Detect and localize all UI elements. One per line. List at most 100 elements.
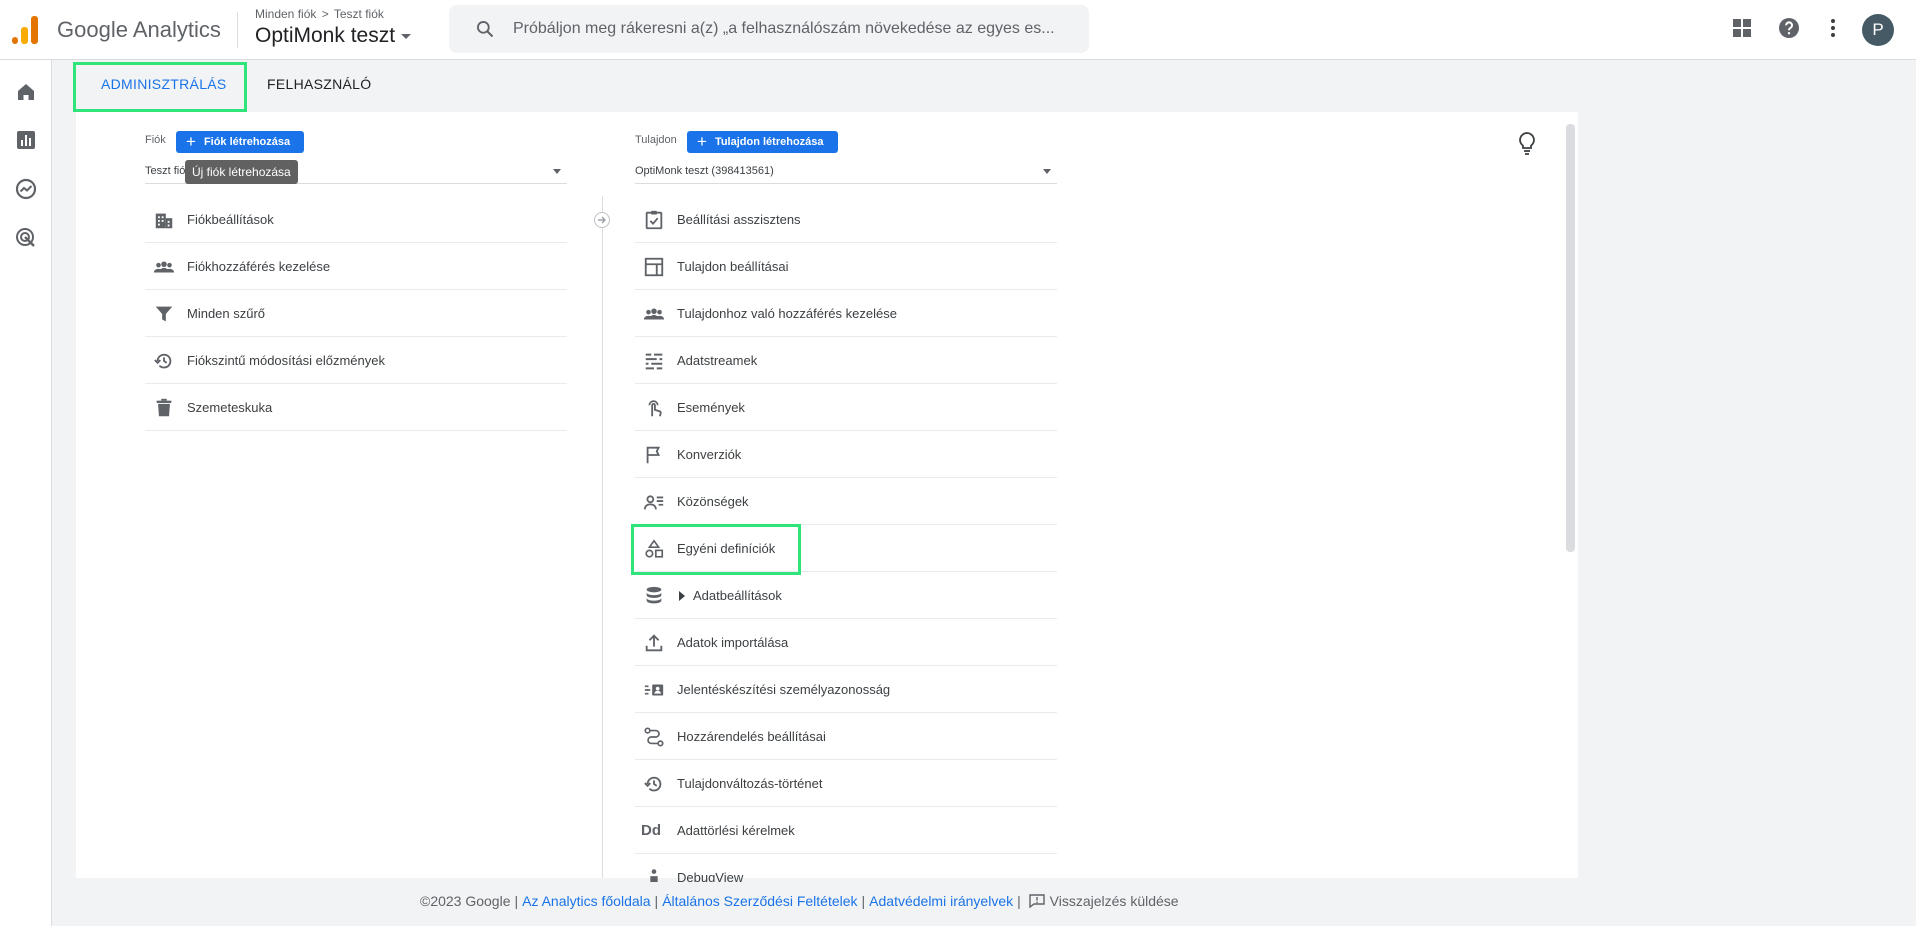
list-item[interactable]: DebugView [635,854,1057,882]
list-item[interactable]: Fiókhozzáférés kezelése [145,243,567,290]
trash-icon [156,398,172,417]
attribution-icon [644,727,664,747]
list-item[interactable]: Adatok importálása [635,619,1057,666]
create-account-label: Fiók létrehozása [203,136,291,148]
property-name: OptiMonk teszt [255,24,396,47]
list-item[interactable]: Tulajdonváltozás-történet [635,760,1057,807]
breadcrumb-account[interactable]: Teszt fiók [334,7,384,21]
database-icon [646,586,662,604]
property-select[interactable]: OptiMonk teszt (398413561) [635,162,1057,184]
list-item[interactable]: Adatbeállítások [635,572,1057,619]
create-account-button[interactable]: + Fiók létrehozása [176,131,305,153]
header-divider [237,12,238,48]
list-item-label: DebugView [677,870,744,882]
dd-icon: Dd [641,822,661,839]
avatar[interactable]: P [1862,14,1894,46]
column-divider [602,196,603,878]
feedback-label: Visszajelzés küldése [1049,893,1179,909]
breadcrumb[interactable]: Minden fiók > Teszt fiók [255,7,384,21]
people-icon [643,308,665,320]
property-label: Tulajdon [635,134,677,146]
streams-icon [645,353,663,370]
list-item-label: Beállítási asszisztens [677,212,801,227]
create-property-button[interactable]: + Tulajdon létrehozása [687,131,838,153]
scrollbar[interactable] [1566,124,1575,552]
list-item-label: Fiókbeállítások [187,212,274,227]
left-nav-rail [0,60,52,926]
list-item[interactable]: Fiókbeállítások [145,196,567,243]
history-icon [644,776,662,792]
search-bar[interactable]: Próbáljon meg rákeresni a(z) „a felhaszn… [449,5,1089,53]
property-picker[interactable]: OptiMonk teszt [255,24,412,48]
list-item-label: Események [677,400,745,415]
explore-icon[interactable] [14,177,38,201]
reports-icon[interactable] [14,128,38,152]
admin-tabs: ADMINISZTRÁLÁS FELHASZNÁLÓ [52,60,1916,116]
list-item[interactable]: Tulajdon beállításai [635,243,1057,290]
expand-arrow-icon[interactable] [679,591,685,601]
account-settings-list: Fiókbeállítások Fiókhozzáférés kezelése … [145,196,567,431]
product-name: Google Analytics [57,17,221,42]
feedback-button[interactable]: Visszajelzés küldése [1028,893,1179,909]
list-item-label: Adatbeállítások [693,588,782,603]
dropdown-arrow-icon [1043,169,1051,174]
list-item-label: Adatok importálása [677,635,789,650]
list-item-label: Hozzárendelés beállításai [677,729,826,744]
copyright: ©2023 Google [420,893,511,909]
help-icon[interactable] [1777,16,1801,40]
search-placeholder: Próbáljon meg rákeresni a(z) „a felhaszn… [513,20,1055,37]
touch-icon [648,400,662,417]
list-item-label: Adatstreamek [677,353,758,368]
more-vert-icon[interactable] [1821,16,1845,40]
list-item-label: Közönségek [677,494,749,509]
list-item-label: Adattörlési kérelmek [677,823,795,838]
audience-icon [643,495,664,510]
flag-icon [646,446,661,464]
tooltip: Új fiók létrehozása [185,160,298,184]
checklist-icon [645,210,663,230]
list-item-label: Fiókhozzáférés kezelése [187,259,331,274]
list-item-label: Szemeteskuka [187,400,273,415]
create-property-label: Tulajdon létrehozása [714,136,824,148]
list-item-label: Tulajdon beállításai [677,259,789,274]
property-select-value: OptiMonk teszt (398413561) [635,165,774,177]
chevron-right-icon: > [321,7,329,21]
home-icon[interactable] [14,80,38,104]
top-bar: Google Analytics Minden fiók > Teszt fió… [0,0,1916,60]
list-item[interactable]: Hozzárendelés beállításai [635,713,1057,760]
caret-down-icon [401,33,412,39]
building-icon [155,213,173,229]
list-item[interactable]: Tulajdonhoz való hozzáférés kezelése [635,290,1057,337]
list-item[interactable]: Fiókszintű módosítási előzmények [145,337,567,384]
terms-link[interactable]: Általános Szerződési Feltételek [662,893,857,909]
account-label: Fiók [145,134,166,146]
list-item[interactable]: Szemeteskuka [145,384,567,431]
list-item[interactable]: Konverziók [635,431,1057,478]
list-item-label: Jelentéskészítési személyazonosság [677,682,891,697]
footer: ©2023 Google | Az Analytics főoldala | Által… [420,893,1179,909]
debug-icon [650,869,658,882]
layout-icon [644,257,664,277]
privacy-link[interactable]: Adatvédelmi irányelvek [869,893,1013,909]
list-item[interactable]: Közönségek [635,478,1057,525]
list-item[interactable]: Minden szűrő [145,290,567,337]
lightbulb-icon[interactable] [1517,131,1537,155]
list-item[interactable]: Jelentéskészítési személyazonosság [635,666,1057,713]
apps-grid-icon[interactable] [1730,16,1754,40]
list-item[interactable]: Beállítási asszisztens [635,196,1057,243]
analytics-logo-icon[interactable] [10,14,40,44]
analytics-home-link[interactable]: Az Analytics főoldala [522,893,650,909]
list-item-label: Minden szűrő [187,306,266,321]
history-icon [154,353,172,369]
arrow-circle-icon [594,212,610,228]
list-item[interactable]: Események [635,384,1057,431]
list-item[interactable]: Adatstreamek [635,337,1057,384]
upload-icon [645,634,663,652]
highlight-box-custom-definitions [631,524,801,575]
list-item[interactable]: Dd Adattörlési kérelmek [635,807,1057,854]
advertising-icon[interactable] [14,226,38,250]
list-item-label: Tulajdonhoz való hozzáférés kezelése [677,306,897,321]
feedback-icon [1028,894,1045,908]
breadcrumb-all-accounts[interactable]: Minden fiók [255,7,316,21]
tab-user[interactable]: FELHASZNÁLÓ [267,76,371,92]
